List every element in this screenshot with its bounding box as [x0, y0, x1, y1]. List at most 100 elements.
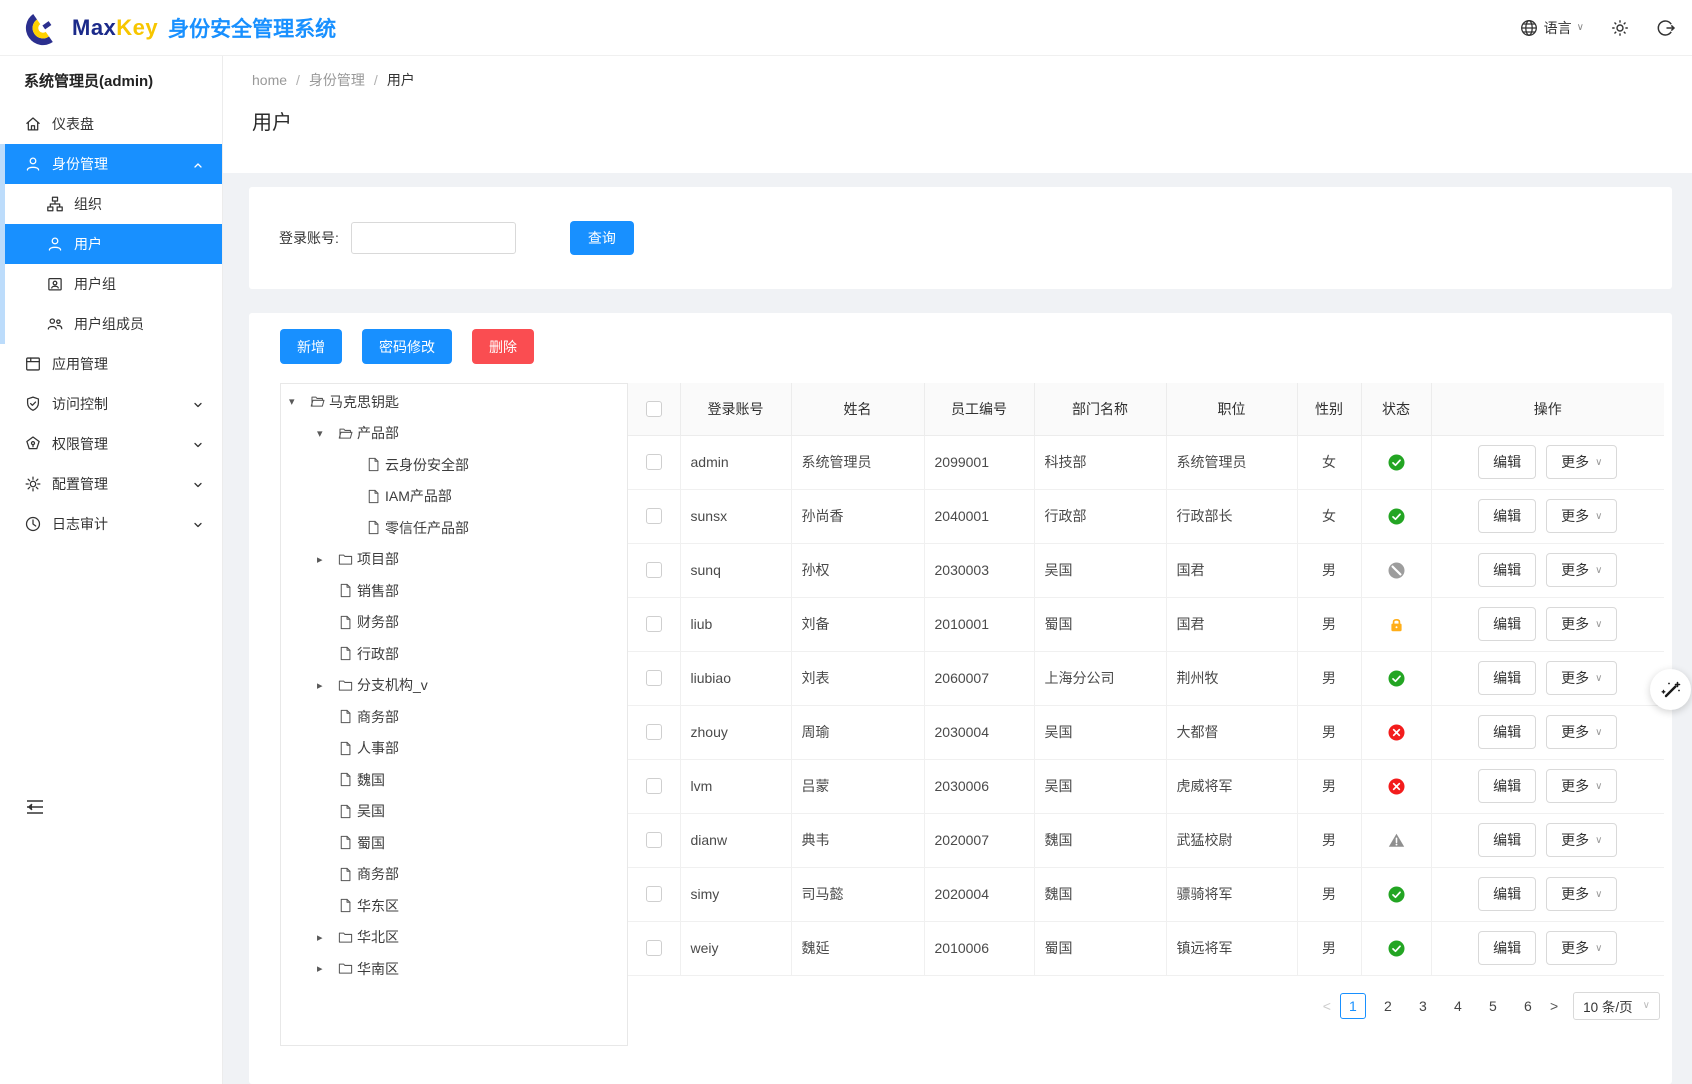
tree-node-零信任产品部[interactable]: 零信任产品部	[281, 512, 627, 544]
edit-button[interactable]: 编辑	[1478, 769, 1536, 803]
delete-button[interactable]: 删除	[472, 329, 534, 364]
tree-node-云身份安全部[interactable]: 云身份安全部	[281, 449, 627, 481]
more-button[interactable]: 更多∨	[1546, 877, 1617, 911]
tree-node-吴国[interactable]: 吴国	[281, 796, 627, 828]
select-all-checkbox[interactable]	[646, 401, 662, 417]
more-button[interactable]: 更多∨	[1546, 553, 1617, 587]
sidebar-item-权限管理[interactable]: 权限管理	[0, 424, 222, 464]
tree-node-项目部[interactable]: ▸项目部	[281, 544, 627, 576]
tree-node-label: 华南区	[357, 959, 399, 979]
sidebar-item-用户[interactable]: 用户	[0, 224, 222, 264]
breadcrumb-item[interactable]: home	[252, 72, 287, 88]
query-button[interactable]: 查询	[570, 221, 634, 255]
more-button[interactable]: 更多∨	[1546, 499, 1617, 533]
page-2[interactable]: 2	[1375, 993, 1401, 1019]
row-checkbox[interactable]	[646, 778, 662, 794]
more-button[interactable]: 更多∨	[1546, 445, 1617, 479]
more-button[interactable]: 更多∨	[1546, 607, 1617, 641]
row-checkbox[interactable]	[646, 724, 662, 740]
breadcrumb-item[interactable]: 身份管理	[309, 70, 365, 90]
caret-right-icon[interactable]: ▸	[317, 962, 337, 975]
sidebar-item-身份管理[interactable]: 身份管理	[0, 144, 222, 184]
cell-gender: 男	[1297, 867, 1361, 921]
sidebar-item-应用管理[interactable]: 应用管理	[0, 344, 222, 384]
table-row-sunsx: sunsx孙尚香2040001行政部行政部长女编辑更多∨	[628, 489, 1664, 543]
prev-page-arrow[interactable]: <	[1323, 998, 1331, 1014]
tree-node-魏国[interactable]: 魏国	[281, 764, 627, 796]
sidebar-item-日志审计[interactable]: 日志审计	[0, 504, 222, 544]
edit-button[interactable]: 编辑	[1478, 823, 1536, 857]
file-icon	[337, 866, 354, 883]
row-checkbox[interactable]	[646, 670, 662, 686]
edit-button[interactable]: 编辑	[1478, 499, 1536, 533]
row-checkbox[interactable]	[646, 616, 662, 632]
page-5[interactable]: 5	[1480, 993, 1506, 1019]
add-button[interactable]: 新增	[280, 329, 342, 364]
cell-status	[1361, 867, 1431, 921]
tree-node-华南区[interactable]: ▸ 华南区	[281, 953, 627, 985]
next-page-arrow[interactable]: >	[1550, 998, 1558, 1014]
assistant-fab[interactable]	[1650, 669, 1691, 710]
edit-button[interactable]: 编辑	[1478, 661, 1536, 695]
cell-account: liubiao	[680, 651, 791, 705]
app-logo[interactable]: MaxKey 身份安全管理系统	[0, 9, 336, 47]
edit-button[interactable]: 编辑	[1478, 553, 1536, 587]
tree-node-华北区[interactable]: ▸华北区	[281, 922, 627, 954]
sidebar-item-label: 身份管理	[52, 154, 108, 174]
language-switcher[interactable]: 语言 ∨	[1519, 18, 1584, 38]
page-size-select[interactable]: 10 条/页∨	[1573, 992, 1660, 1020]
row-checkbox[interactable]	[646, 454, 662, 470]
row-checkbox[interactable]	[646, 562, 662, 578]
more-button[interactable]: 更多∨	[1546, 661, 1617, 695]
caret-down-icon[interactable]: ▾	[289, 395, 309, 408]
row-checkbox[interactable]	[646, 940, 662, 956]
edit-button[interactable]: 编辑	[1478, 715, 1536, 749]
caret-right-icon[interactable]: ▸	[317, 553, 337, 566]
page-4[interactable]: 4	[1445, 993, 1471, 1019]
tree-node-马克思钥匙[interactable]: ▾马克思钥匙	[281, 386, 627, 418]
sidebar-item-用户组成员[interactable]: 用户组成员	[0, 304, 222, 344]
tree-node-IAM产品部[interactable]: IAM产品部	[281, 481, 627, 513]
caret-right-icon[interactable]: ▸	[317, 679, 337, 692]
page-6[interactable]: 6	[1515, 993, 1541, 1019]
change-password-button[interactable]: 密码修改	[362, 329, 452, 364]
row-checkbox[interactable]	[646, 832, 662, 848]
page-1[interactable]: 1	[1340, 993, 1366, 1019]
edit-button[interactable]: 编辑	[1478, 877, 1536, 911]
sidebar-item-配置管理[interactable]: 配置管理	[0, 464, 222, 504]
caret-right-icon[interactable]: ▸	[317, 931, 337, 944]
sidebar-item-仪表盘[interactable]: 仪表盘	[0, 104, 222, 144]
logout-icon[interactable]	[1656, 18, 1676, 38]
cell-name: 刘表	[791, 651, 924, 705]
folder-closed-icon	[337, 551, 354, 568]
tree-node-财务部[interactable]: 财务部	[281, 607, 627, 639]
tree-node-行政部[interactable]: 行政部	[281, 638, 627, 670]
tree-node-分支机构_v[interactable]: ▸分支机构_v	[281, 670, 627, 702]
more-button[interactable]: 更多∨	[1546, 931, 1617, 965]
edit-button[interactable]: 编辑	[1478, 607, 1536, 641]
tree-node-商务部[interactable]: 商务部	[281, 859, 627, 891]
cell-employee-id: 2060007	[924, 651, 1034, 705]
page-3[interactable]: 3	[1410, 993, 1436, 1019]
more-button[interactable]: 更多∨	[1546, 769, 1617, 803]
row-checkbox[interactable]	[646, 886, 662, 902]
tree-node-蜀国[interactable]: 蜀国	[281, 827, 627, 859]
tree-node-销售部[interactable]: 销售部	[281, 575, 627, 607]
settings-gear-icon[interactable]	[1610, 18, 1630, 38]
edit-button[interactable]: 编辑	[1478, 445, 1536, 479]
tree-node-华东区[interactable]: 华东区	[281, 890, 627, 922]
tree-node-商务部[interactable]: 商务部	[281, 701, 627, 733]
tree-node-人事部[interactable]: 人事部	[281, 733, 627, 765]
tree-node-产品部[interactable]: ▾产品部	[281, 418, 627, 450]
tree-node-label: 财务部	[357, 612, 399, 632]
sidebar-item-用户组[interactable]: 用户组	[0, 264, 222, 304]
caret-down-icon[interactable]: ▾	[317, 427, 337, 440]
login-account-input[interactable]	[351, 222, 516, 254]
menu-fold-icon[interactable]	[24, 796, 46, 818]
row-checkbox[interactable]	[646, 508, 662, 524]
sidebar-item-组织[interactable]: 组织	[0, 184, 222, 224]
more-button[interactable]: 更多∨	[1546, 823, 1617, 857]
sidebar-item-访问控制[interactable]: 访问控制	[0, 384, 222, 424]
more-button[interactable]: 更多∨	[1546, 715, 1617, 749]
edit-button[interactable]: 编辑	[1478, 931, 1536, 965]
